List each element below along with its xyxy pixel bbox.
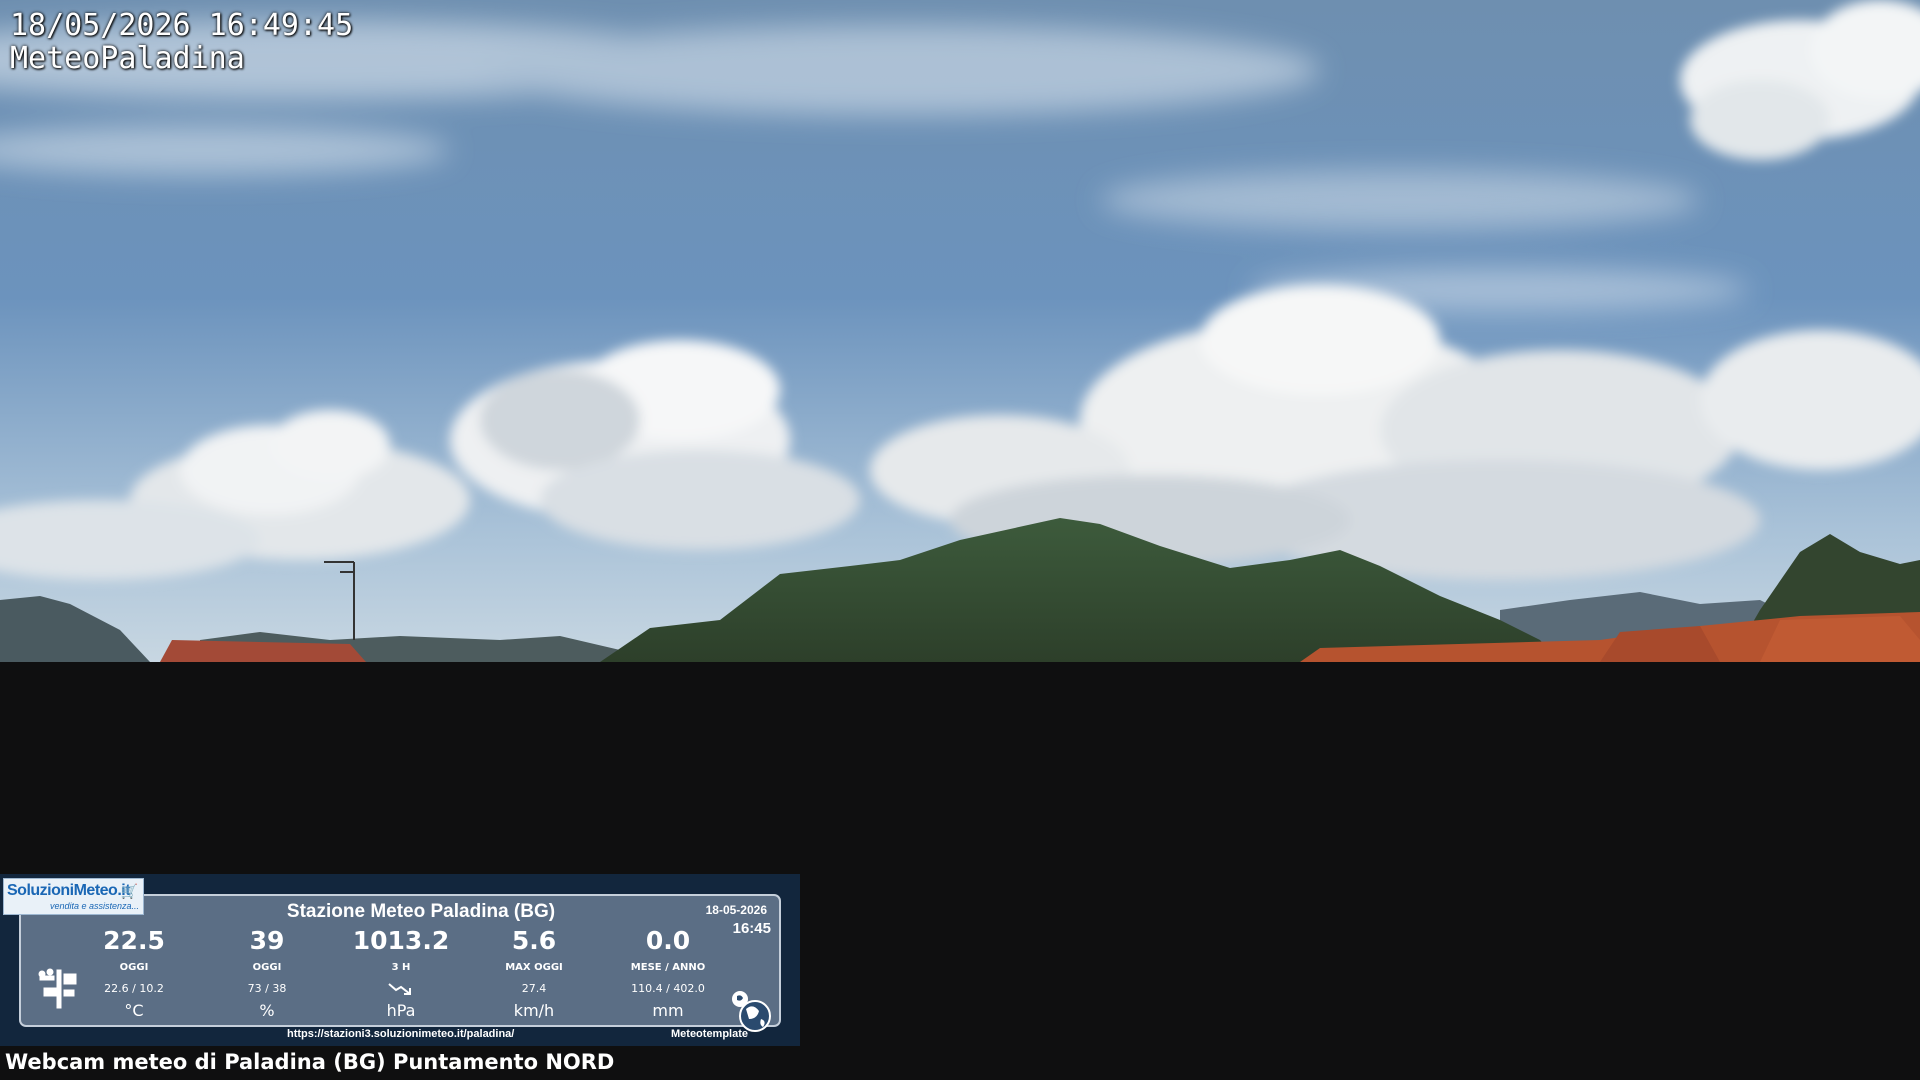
webcam-image: 18/05/2026 16:49:45 MeteoPaladina [0,0,1920,662]
humidity-unit: % [259,1001,275,1020]
pressure-unit: hPa [386,1001,416,1020]
pressure-trend-icon [341,982,461,996]
timestamp-overlay: 18/05/2026 16:49:45 [10,8,354,43]
rain-sublabel: MESE / ANNO [630,962,706,973]
rain-unit: mm [652,1001,684,1020]
wind-sublabel: MAX OGGI [505,962,563,973]
station-title: Stazione Meteo Paladina (BG) [286,901,556,922]
temperature-minmax: 22.6 / 10.2 [104,982,164,995]
roof-right-3 [1760,616,1920,662]
humidity-minmax: 73 / 38 [247,982,287,995]
webcam-caption: Webcam meteo di Paladina (BG) Puntamento… [5,1050,615,1074]
wind-unit: km/h [513,1001,555,1020]
humidity-value: 39 [249,926,285,955]
station-time: 16:45 [732,920,771,937]
rain-month-year: 110.4 / 402.0 [631,982,705,995]
station-date: 18-05-2026 [705,903,767,917]
rain-reading: 0.0 MESE / ANNO 110.4 / 402.0 mm [608,926,728,1020]
temperature-sublabel: OGGI [119,962,149,973]
wind-max: 27.4 [521,982,547,995]
brand-overlay: MeteoPaladina [10,41,245,76]
temperature-reading: 22.5 OGGI 22.6 / 10.2 °C [74,926,194,1020]
weather-panel: Stazione Meteo Paladina (BG) 18-05-2026 … [0,874,800,1046]
logo-name: SoluzioniMeteo.it [7,882,131,899]
pressure-value: 1013.2 [352,926,450,955]
weather-station-icon [36,964,82,1014]
logo-tagline: vendita e assistenza... [50,901,140,911]
soluzionimeteo-logo[interactable]: SoluzioniMeteo.it 🛒 vendita e assistenza… [3,878,144,915]
humidity-sublabel: OGGI [252,962,282,973]
humidity-reading: 39 OGGI 73 / 38 % [207,926,327,1020]
wind-value: 5.6 [511,926,557,955]
wind-reading: 5.6 MAX OGGI 27.4 km/h [474,926,594,1020]
cart-icon: 🛒 [120,884,138,900]
webcam-landscape [0,0,1920,662]
template-credit: Meteotemplate [671,1028,749,1040]
temperature-value: 22.5 [103,926,165,955]
pressure-reading: 1013.2 3 H hPa [341,926,461,1020]
pressure-sublabel: 3 H [391,962,411,973]
temperature-unit: °C [124,1001,144,1020]
rain-value: 0.0 [645,926,691,955]
caption-bar: Webcam meteo di Paladina (BG) Puntamento… [0,1046,1920,1080]
black-band [0,662,1920,874]
station-url[interactable]: https://stazioni3.soluzionimeteo.it/pala… [287,1028,514,1040]
